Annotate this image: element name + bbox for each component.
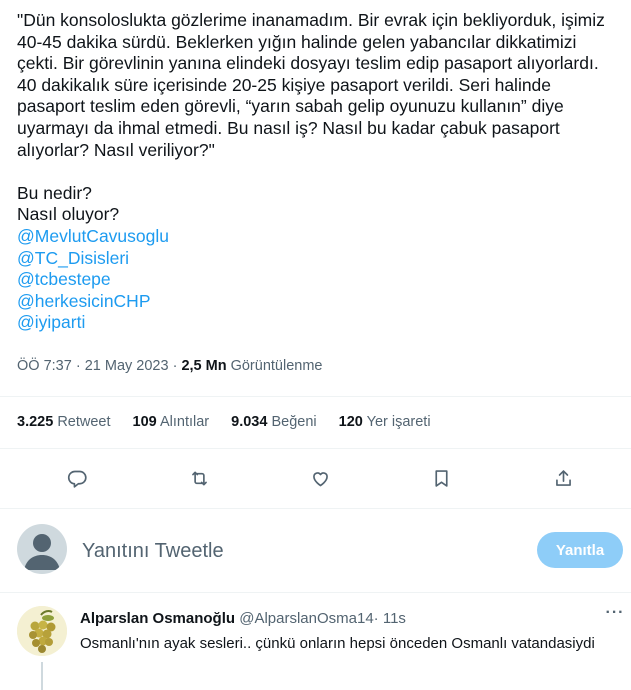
user-avatar-icon: [24, 534, 60, 570]
share-button[interactable]: [545, 460, 581, 496]
mention-link[interactable]: @MevlutCavusoglu: [17, 226, 622, 248]
meta-separator: ·: [71, 358, 85, 374]
divider: [0, 396, 631, 397]
divider: [0, 448, 631, 449]
avatar: [17, 524, 67, 574]
bookmark-button[interactable]: [423, 460, 459, 496]
reply-input[interactable]: Yanıtını Tweetle: [82, 540, 224, 563]
tweet-text: "Dün konsoloslukta gözlerime inanamadım.…: [17, 10, 622, 334]
avatar[interactable]: [17, 606, 67, 656]
reply-author-name[interactable]: Alparslan Osmanoğlu: [80, 610, 235, 627]
reply-tweet[interactable]: Alparslan Osmanoğlu @AlparslanOsma14· 11…: [0, 602, 631, 690]
tweet-actions: [0, 460, 631, 496]
stat-count: 9.034: [231, 414, 268, 430]
tweet-line-2: Nasıl oluyor?: [17, 204, 120, 225]
stat-label: Alıntılar: [159, 414, 210, 430]
retweet-button[interactable]: [181, 460, 217, 496]
share-icon: [555, 469, 571, 486]
thread-line: [41, 662, 43, 690]
stat-quotes[interactable]: 109 Alıntılar: [133, 414, 210, 430]
tweet-date[interactable]: 21 May 2023: [85, 358, 169, 374]
bookmark-icon: [434, 469, 448, 487]
mention-link[interactable]: @tcbestepe: [17, 269, 622, 291]
stat-count: 120: [338, 414, 363, 430]
retweet-icon: [191, 471, 207, 485]
views-count: 2,5 Mn: [181, 358, 227, 374]
divider: [0, 508, 631, 509]
reply-submit-button[interactable]: Yanıtla: [537, 532, 623, 568]
like-button[interactable]: [302, 460, 338, 496]
like-icon: [312, 471, 328, 486]
views-label: Görüntülenme: [230, 358, 323, 374]
tweet-meta: ÖÖ 7:37 · 21 May 2023 · 2,5 Mn Görüntüle…: [17, 358, 322, 374]
stat-label: Retweet: [57, 414, 111, 430]
reply-text: Osmanlı'nın ayak sesleri.. çünkü onların…: [80, 635, 595, 652]
stat-count: 109: [132, 414, 157, 430]
tweet-stats: 3.225 Retweet 109 Alıntılar 9.034 Beğeni…: [0, 414, 453, 430]
divider: [0, 592, 631, 593]
reply-composer: Yanıtını Tweetle Yanıtla: [0, 518, 631, 584]
reply-button[interactable]: [59, 460, 95, 496]
more-icon[interactable]: ···: [601, 604, 629, 624]
tweet-quote: "Dün konsoloslukta gözlerime inanamadım.…: [17, 10, 610, 160]
stat-bookmarks[interactable]: 120 Yer işareti: [339, 414, 431, 430]
reply-author-handle[interactable]: @AlparslanOsma14: [239, 610, 373, 627]
reply-time[interactable]: 11s: [383, 610, 406, 627]
stat-label: Beğeni: [271, 414, 317, 430]
stat-count: 3.225: [17, 414, 54, 430]
tweet-line-1: Bu nedir?: [17, 182, 92, 203]
mention-link[interactable]: @iyiparti: [17, 312, 622, 334]
stat-label: Yer işareti: [366, 414, 431, 430]
grapes-avatar-icon: [17, 606, 67, 656]
mention-link[interactable]: @herkesicinCHP: [17, 291, 622, 313]
stat-retweets[interactable]: 3.225 Retweet: [17, 414, 111, 430]
meta-separator: ·: [168, 358, 182, 374]
stat-likes[interactable]: 9.034 Beğeni: [231, 414, 316, 430]
reply-header: Alparslan Osmanoğlu @AlparslanOsma14· 11…: [80, 610, 406, 627]
tweet-time[interactable]: ÖÖ 7:37: [17, 358, 72, 374]
reply-dot: ·: [373, 610, 379, 627]
mention-link[interactable]: @TC_Disisleri: [17, 248, 622, 270]
reply-icon: [67, 470, 87, 488]
